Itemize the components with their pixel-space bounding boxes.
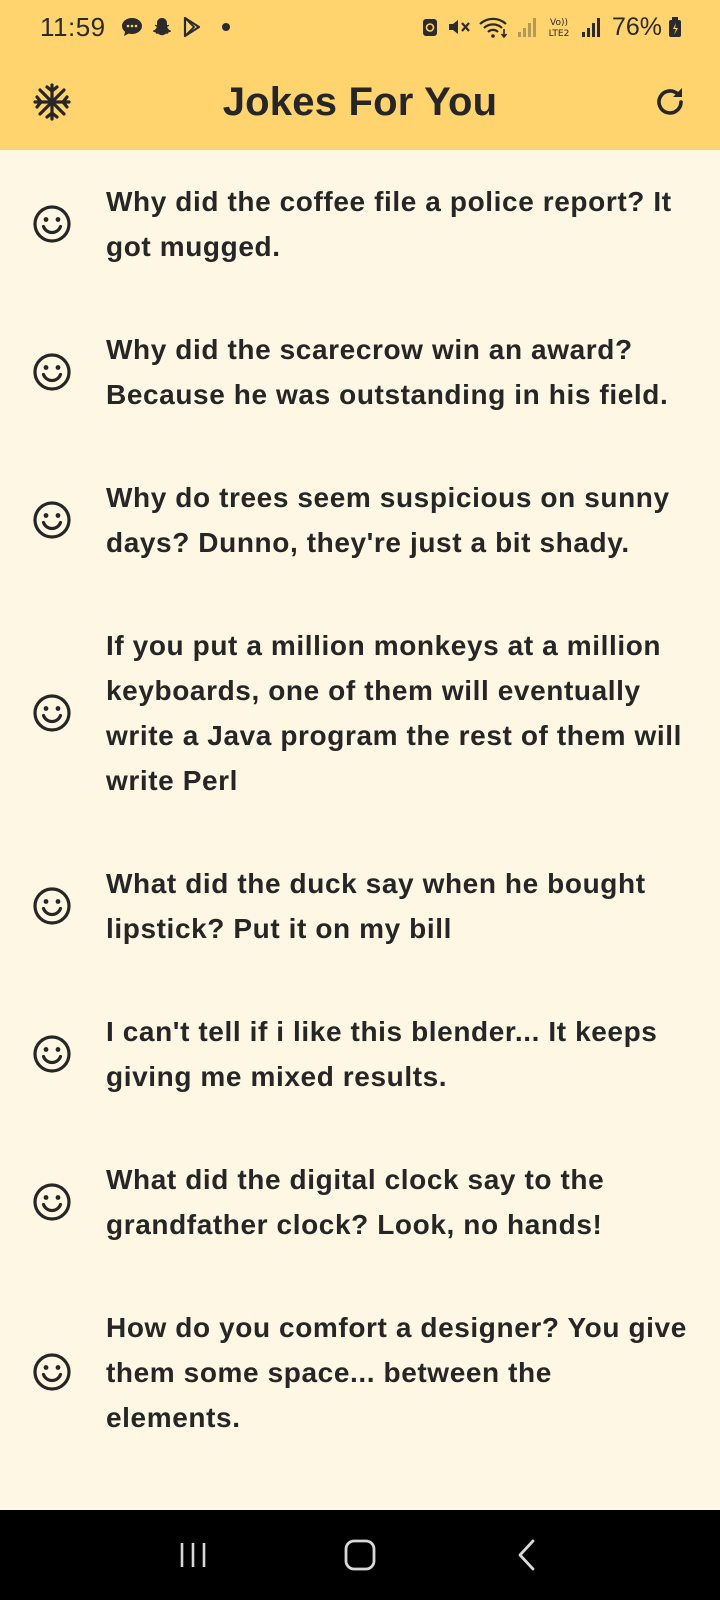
volte-icon: Vo)) LTE2 <box>544 15 574 39</box>
snapchat-icon <box>150 15 174 39</box>
svg-text:Vo)): Vo)) <box>550 18 568 28</box>
smiley-icon <box>32 1182 72 1222</box>
smiley-icon <box>32 1352 72 1392</box>
status-bar: 11:59 Vo)) LTE2 76% <box>0 0 720 54</box>
back-icon[interactable] <box>497 1525 557 1585</box>
message-icon <box>120 15 144 39</box>
smiley-icon <box>32 1034 72 1074</box>
play-store-icon <box>180 15 204 39</box>
joke-text: If you put a million monkeys at a millio… <box>106 630 683 796</box>
smiley-icon <box>32 352 72 392</box>
battery-icon <box>668 15 682 39</box>
list-item[interactable]: What did the digital clock say to the gr… <box>0 1128 720 1276</box>
battery-percent: 76% <box>611 12 662 41</box>
wifi-icon <box>478 15 510 39</box>
joke-text: How do you comfort a designer? You give … <box>106 1311 687 1433</box>
svg-text:LTE2: LTE2 <box>549 29 570 39</box>
jokes-list[interactable]: Why did the coffee file a police report?… <box>0 150 720 1510</box>
list-item[interactable]: What did the duck say when he bought lip… <box>0 832 720 980</box>
sync-icon <box>420 15 440 39</box>
smiley-icon <box>32 204 72 244</box>
list-item[interactable]: Why did the scarecrow win an award? Beca… <box>0 298 720 446</box>
snowflake-icon[interactable] <box>26 76 78 128</box>
status-bar-left: 11:59 <box>40 12 230 43</box>
notification-dot <box>221 23 230 31</box>
app-bar: Jokes For You <box>0 54 720 150</box>
list-item[interactable]: Why did the coffee file a police report?… <box>0 150 720 298</box>
joke-text: What did the digital clock say to the gr… <box>106 1164 605 1240</box>
status-bar-right: Vo)) LTE2 76% <box>420 13 682 42</box>
page-title: Jokes For You <box>222 79 498 124</box>
mute-icon <box>446 15 472 39</box>
smiley-icon <box>32 500 72 540</box>
list-item[interactable]: Why do trees seem suspicious on sunny da… <box>0 446 720 594</box>
smiley-icon <box>32 693 72 733</box>
joke-text: Why did the coffee file a police report?… <box>106 186 672 262</box>
home-icon[interactable] <box>330 1525 390 1585</box>
status-time: 11:59 <box>40 11 106 42</box>
signal-icon <box>580 15 602 39</box>
signal-icon <box>516 15 538 39</box>
joke-text: Why do trees seem suspicious on sunny da… <box>106 482 670 558</box>
list-item[interactable]: How do you comfort a designer? You give … <box>0 1276 720 1468</box>
joke-text: What did the duck say when he bought lip… <box>106 868 646 944</box>
recent-apps-icon[interactable] <box>163 1525 223 1585</box>
smiley-icon <box>32 886 72 926</box>
joke-text: I can't tell if i like this blender... I… <box>106 1016 658 1092</box>
refresh-icon[interactable] <box>644 76 696 128</box>
list-item[interactable]: If you put a million monkeys at a millio… <box>0 594 720 832</box>
list-item[interactable]: I can't tell if i like this blender... I… <box>0 980 720 1128</box>
navigation-bar <box>0 1510 720 1600</box>
joke-text: Why did the scarecrow win an award? Beca… <box>106 334 669 410</box>
